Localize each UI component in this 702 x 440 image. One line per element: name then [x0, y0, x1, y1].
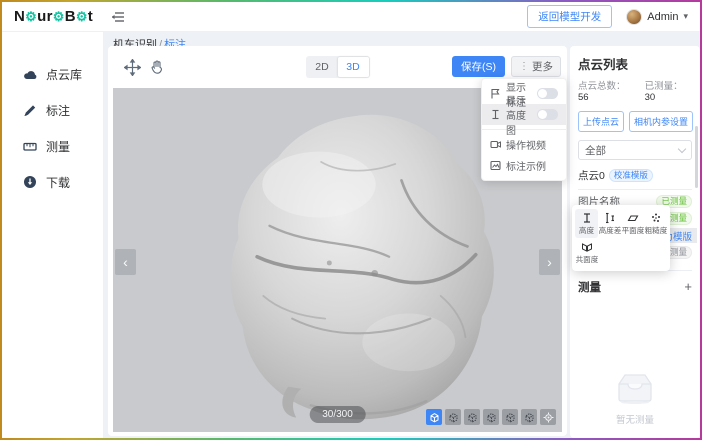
pagination-indicator: 30/300 [309, 406, 366, 423]
view-bottom-button[interactable] [521, 409, 537, 425]
camera-intrinsics-button[interactable]: 相机内参设置 [629, 111, 693, 132]
empty-state: 暂无测量 [570, 372, 700, 426]
chevron-down-icon: ▾ [683, 11, 688, 22]
ruler-icon [23, 140, 37, 153]
panel-scrollbar[interactable] [695, 126, 698, 188]
menu-item-tutorial-video[interactable]: 操作视频 [482, 134, 566, 155]
cloud-icon [23, 68, 37, 81]
save-button[interactable]: 保存(S) [452, 56, 505, 77]
sidebar-item-measure[interactable]: 测量 [2, 128, 103, 164]
tool-flatness[interactable]: 平面度 [621, 209, 644, 238]
tool-roughness[interactable]: 粗糙度 [644, 209, 667, 238]
logo-text: B [65, 8, 76, 25]
gradient-frame: N⚙ur⚙B⚙t 返回模型开发 Admin ▾ 点云库 标注 测量 下载 [0, 0, 702, 440]
sidebar-item-pointcloud-library[interactable]: 点云库 [2, 56, 103, 92]
filter-select[interactable]: 全部 [578, 140, 692, 160]
main-area: 机车识别/标注 2D 3D 保存(S) ⋮更多 [105, 32, 700, 438]
more-button[interactable]: ⋮更多 [511, 56, 561, 77]
height-icon [581, 212, 593, 224]
prev-image-button[interactable]: ‹ [115, 249, 136, 275]
collapse-sidebar-icon[interactable] [111, 11, 125, 23]
tool-height-difference[interactable]: 高度差 [598, 209, 621, 238]
show-heightmap-toggle[interactable] [537, 109, 558, 120]
add-measure-button[interactable]: + [684, 282, 692, 292]
view-front-button[interactable] [464, 409, 480, 425]
panel-actions: 上传点云 相机内参设置 [578, 111, 692, 132]
measure-tools-popup: 高度 高度差 平面度 粗糙度 [572, 205, 670, 271]
view-default-button[interactable] [426, 409, 442, 425]
panel-title: 点云列表 [578, 54, 692, 73]
divider [578, 189, 692, 190]
pointcloud-panel: 点云列表 点云总数：56 已测量：30 上传点云 相机内参设置 全部 点云0 校… [570, 46, 700, 438]
upload-pointcloud-button[interactable]: 上传点云 [578, 111, 624, 132]
image-example-icon [490, 160, 501, 171]
app-window: N⚙ur⚙B⚙t 返回模型开发 Admin ▾ 点云库 标注 测量 下载 [2, 2, 700, 438]
empty-text: 暂无测量 [570, 412, 700, 426]
roughness-icon [650, 212, 662, 224]
show-annotations-toggle[interactable] [537, 88, 558, 99]
locate-center-button[interactable] [540, 409, 556, 425]
flatness-icon [627, 212, 639, 224]
menu-item-annotation-example[interactable]: 标注示例 [482, 155, 566, 176]
group-name: 点云0 [578, 168, 605, 183]
sidebar-item-label: 点云库 [46, 66, 82, 83]
hand-drag-icon[interactable] [149, 59, 165, 75]
vertical-dots-icon: ⋮ [519, 61, 529, 72]
user-menu[interactable]: Admin ▾ [626, 9, 688, 25]
flag-icon [490, 88, 501, 99]
pen-icon [23, 104, 37, 117]
sidebar-item-download[interactable]: 下载 [2, 164, 103, 200]
back-to-model-dev-button[interactable]: 返回模型开发 [527, 5, 612, 28]
coplanarity-icon [581, 241, 593, 253]
sidebar-item-label: 下载 [46, 174, 70, 191]
sidebar-item-label: 标注 [46, 102, 70, 119]
sidebar-item-annotate[interactable]: 标注 [2, 92, 103, 128]
view-mode-switcher: 2D 3D [306, 56, 370, 78]
pointcloud-stats: 点云总数：56 已测量：30 [578, 78, 692, 103]
tooth-mesh-render [197, 100, 507, 430]
logo-text: ur [37, 8, 53, 25]
gear-icon: ⚙ [53, 9, 65, 24]
top-bar: N⚙ur⚙B⚙t 返回模型开发 Admin ▾ [2, 2, 700, 32]
view-cube-toolbar [426, 409, 556, 425]
mode-2d-button[interactable]: 2D [307, 57, 338, 77]
filter-value: 全部 [585, 143, 606, 158]
pan-move-icon[interactable] [124, 59, 141, 76]
sidebar: 点云库 标注 测量 下载 [2, 32, 104, 438]
mode-3d-button[interactable]: 3D [338, 57, 369, 77]
download-icon [23, 175, 37, 189]
pointcloud-group-row[interactable]: 点云0 校准模版 [578, 168, 692, 183]
view-side-button[interactable] [483, 409, 499, 425]
user-name: Admin [647, 11, 678, 23]
chevron-down-icon [678, 144, 686, 152]
measure-section-header: 测量 + [578, 270, 692, 295]
more-label: 更多 [532, 59, 553, 74]
total-stat: 点云总数：56 [578, 78, 635, 103]
menu-item-show-heightmap[interactable]: 显示高度图 [482, 104, 566, 125]
view-back-button[interactable] [502, 409, 518, 425]
logo-text: t [88, 8, 93, 25]
sidebar-item-label: 测量 [46, 138, 70, 155]
avatar[interactable] [626, 9, 642, 25]
tool-coplanarity[interactable]: 共面度 [575, 238, 598, 267]
next-image-button[interactable]: › [539, 249, 560, 275]
measure-title: 测量 [578, 279, 601, 295]
gear-icon: ⚙ [76, 9, 88, 24]
video-icon [490, 139, 501, 150]
more-dropdown-menu: 显示标注 显示高度图 操作视频 标注示例 [481, 78, 567, 181]
toolbar-actions: 保存(S) ⋮更多 [452, 56, 561, 77]
height-map-icon [490, 109, 501, 120]
tool-height[interactable]: 高度 [575, 209, 598, 238]
template-tag: 校准模版 [609, 169, 653, 182]
logo-text: N [14, 8, 25, 25]
height-diff-icon [604, 212, 616, 224]
empty-inbox-icon [611, 372, 659, 404]
view-top-button[interactable] [445, 409, 461, 425]
measured-stat: 已测量：30 [645, 78, 692, 103]
gear-icon: ⚙ [25, 9, 37, 24]
logo: N⚙ur⚙B⚙t [2, 8, 103, 25]
